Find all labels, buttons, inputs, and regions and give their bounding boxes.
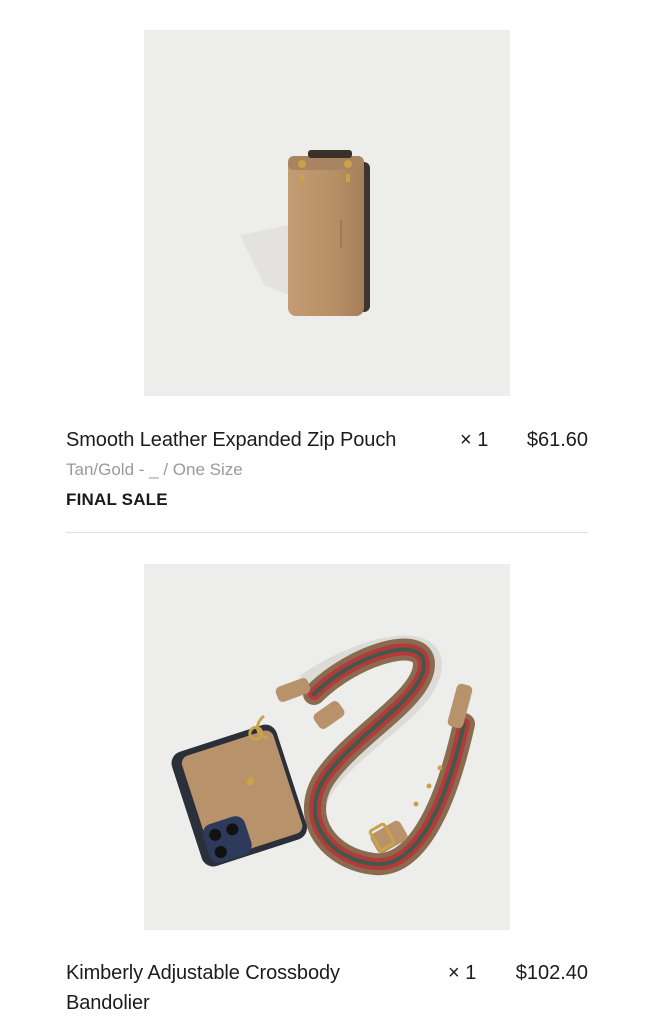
- price: $102.40: [515, 962, 588, 984]
- quantity: × 1: [448, 962, 477, 984]
- zip-pouch-product-image[interactable]: [144, 30, 510, 396]
- variant-description: Tan/Gold - _ / One Size: [66, 460, 243, 479]
- product-title[interactable]: Smooth Leather Expanded Zip Pouch: [66, 425, 396, 455]
- line-item-summary: Kimberly Adjustable Crossbody Bandolier …: [66, 958, 588, 1014]
- product-title[interactable]: Kimberly Adjustable Crossbody Bandolier: [66, 958, 406, 1018]
- quantity: × 1: [460, 429, 489, 451]
- price: $61.60: [526, 429, 588, 451]
- final-sale-badge: FINAL SALE: [66, 490, 168, 509]
- crossbody-bandolier-product-image[interactable]: [144, 564, 510, 930]
- bandolier-illustration: [171, 635, 475, 876]
- line-item-summary: Smooth Leather Expanded Zip Pouch × 1 $6…: [66, 425, 588, 455]
- divider: [66, 532, 588, 533]
- zip-pouch-illustration: [240, 150, 370, 316]
